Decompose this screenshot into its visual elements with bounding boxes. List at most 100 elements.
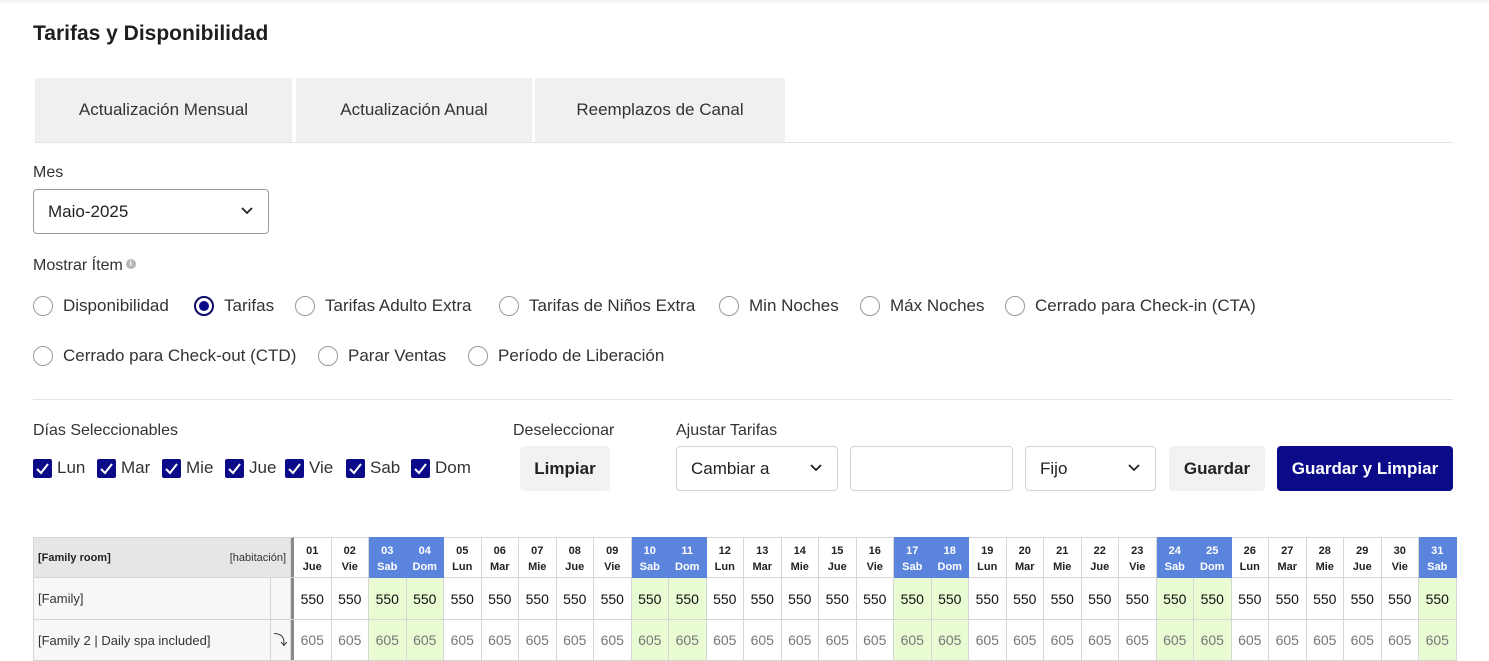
- date-header-04[interactable]: 04 Dom: [405, 537, 444, 578]
- radio-rates[interactable]: Tarifas: [194, 294, 274, 318]
- rate-cell[interactable]: 550: [1193, 577, 1232, 620]
- rate-cell[interactable]: 605: [1005, 619, 1044, 661]
- rate-cell[interactable]: 550: [630, 577, 669, 620]
- tab-channel-overrides[interactable]: Reemplazos de Canal: [535, 78, 785, 142]
- date-header-08[interactable]: 08 Jue: [555, 537, 594, 578]
- rate-cell[interactable]: 605: [593, 619, 632, 661]
- rate-cell[interactable]: 550: [1155, 577, 1194, 620]
- rate-cell[interactable]: 550: [818, 577, 857, 620]
- date-header-23[interactable]: 23 Vie: [1118, 537, 1157, 578]
- checkbox-jue[interactable]: Jue: [225, 458, 276, 478]
- checkbox-lun[interactable]: Lun: [33, 458, 85, 478]
- rate-cell[interactable]: 605: [1043, 619, 1082, 661]
- rate-cell[interactable]: 550: [480, 577, 519, 620]
- checkbox-mie[interactable]: Mie: [162, 458, 213, 478]
- rate-cell[interactable]: 605: [368, 619, 407, 661]
- date-header-25[interactable]: 25 Dom: [1193, 537, 1232, 578]
- rate-cell[interactable]: 605: [405, 619, 444, 661]
- date-header-15[interactable]: 15 Jue: [818, 537, 857, 578]
- rate-cell[interactable]: 550: [368, 577, 407, 620]
- rate-cell[interactable]: 550: [1080, 577, 1119, 620]
- rate-cell[interactable]: 605: [1118, 619, 1157, 661]
- rate-cell[interactable]: 605: [293, 619, 332, 661]
- radio-extra-adult-rates[interactable]: Tarifas Adulto Extra: [295, 294, 471, 318]
- date-header-02[interactable]: 02 Vie: [330, 537, 369, 578]
- rate-cell[interactable]: 605: [780, 619, 819, 661]
- clear-button[interactable]: Limpiar: [520, 446, 610, 491]
- rate-cell[interactable]: 550: [1418, 577, 1457, 620]
- date-header-24[interactable]: 24 Sab: [1155, 537, 1194, 578]
- date-header-05[interactable]: 05 Lun: [443, 537, 482, 578]
- rate-cell[interactable]: 550: [1343, 577, 1382, 620]
- date-header-14[interactable]: 14 Mie: [780, 537, 819, 578]
- rate-cell[interactable]: 605: [1230, 619, 1269, 661]
- radio-availability[interactable]: Disponibilidad: [33, 294, 169, 318]
- date-header-19[interactable]: 19 Lun: [968, 537, 1007, 578]
- arrow-down-icon[interactable]: ⤵: [270, 619, 291, 661]
- date-header-31[interactable]: 31 Sab: [1418, 537, 1457, 578]
- rate-cell[interactable]: 550: [293, 577, 332, 620]
- checkbox-sab[interactable]: Sab: [346, 458, 400, 478]
- rate-cell[interactable]: 605: [893, 619, 932, 661]
- rate-cell[interactable]: 605: [743, 619, 782, 661]
- radio-cta[interactable]: Cerrado para Check-in (CTA): [1005, 294, 1256, 318]
- radio-extra-child-rates[interactable]: Tarifas de Niños Extra: [499, 294, 695, 318]
- rate-cell[interactable]: 605: [705, 619, 744, 661]
- date-header-16[interactable]: 16 Vie: [855, 537, 894, 578]
- date-header-03[interactable]: 03 Sab: [368, 537, 407, 578]
- rate-cell[interactable]: 550: [518, 577, 557, 620]
- adjust-type-select[interactable]: Fijo: [1025, 446, 1156, 491]
- rate-cell[interactable]: 550: [1268, 577, 1307, 620]
- rate-cell[interactable]: 605: [630, 619, 669, 661]
- rate-cell[interactable]: 550: [780, 577, 819, 620]
- tab-monthly-update[interactable]: Actualización Mensual: [35, 78, 292, 142]
- date-header-29[interactable]: 29 Jue: [1343, 537, 1382, 578]
- rate-cell[interactable]: 605: [1343, 619, 1382, 661]
- rate-cell[interactable]: 605: [818, 619, 857, 661]
- date-header-10[interactable]: 10 Sab: [630, 537, 669, 578]
- radio-ctd[interactable]: Cerrado para Check-out (CTD): [33, 344, 296, 368]
- date-header-30[interactable]: 30 Vie: [1380, 537, 1419, 578]
- rate-cell[interactable]: 550: [1380, 577, 1419, 620]
- date-header-26[interactable]: 26 Lun: [1230, 537, 1269, 578]
- date-header-07[interactable]: 07 Mie: [518, 537, 557, 578]
- date-header-20[interactable]: 20 Mar: [1005, 537, 1044, 578]
- checkbox-mar[interactable]: Mar: [97, 458, 150, 478]
- tab-annual-update[interactable]: Actualización Anual: [296, 78, 532, 142]
- date-header-18[interactable]: 18 Dom: [930, 537, 969, 578]
- date-header-06[interactable]: 06 Mar: [480, 537, 519, 578]
- date-header-13[interactable]: 13 Mar: [743, 537, 782, 578]
- date-header-09[interactable]: 09 Vie: [593, 537, 632, 578]
- rate-cell[interactable]: 550: [1005, 577, 1044, 620]
- rate-cell[interactable]: 605: [930, 619, 969, 661]
- rate-cell[interactable]: 550: [1118, 577, 1157, 620]
- rate-cell[interactable]: 550: [968, 577, 1007, 620]
- date-header-01[interactable]: 01 Jue: [293, 537, 332, 578]
- rate-cell[interactable]: 605: [968, 619, 1007, 661]
- rate-cell[interactable]: 550: [668, 577, 707, 620]
- rate-cell[interactable]: 605: [555, 619, 594, 661]
- rate-cell[interactable]: 605: [1268, 619, 1307, 661]
- checkbox-vie[interactable]: Vie: [285, 458, 333, 478]
- rate-cell[interactable]: 550: [743, 577, 782, 620]
- rate-cell[interactable]: 550: [855, 577, 894, 620]
- info-icon[interactable]: i: [125, 259, 136, 270]
- date-header-12[interactable]: 12 Lun: [705, 537, 744, 578]
- rate-cell[interactable]: 605: [518, 619, 557, 661]
- rate-cell[interactable]: 605: [1193, 619, 1232, 661]
- radio-max-nights[interactable]: Máx Noches: [860, 294, 984, 318]
- rate-cell[interactable]: 550: [330, 577, 369, 620]
- save-button[interactable]: Guardar: [1169, 446, 1265, 491]
- adjust-amount-input[interactable]: [850, 446, 1013, 491]
- rate-cell[interactable]: 605: [668, 619, 707, 661]
- date-header-21[interactable]: 21 Mie: [1043, 537, 1082, 578]
- rate-cell[interactable]: 605: [1080, 619, 1119, 661]
- radio-min-nights[interactable]: Min Noches: [719, 294, 839, 318]
- month-select[interactable]: Maio-2025: [33, 189, 269, 234]
- rate-cell[interactable]: 550: [593, 577, 632, 620]
- rate-cell[interactable]: 550: [1043, 577, 1082, 620]
- rate-cell[interactable]: 550: [705, 577, 744, 620]
- date-header-28[interactable]: 28 Mie: [1305, 537, 1344, 578]
- rate-cell[interactable]: 605: [330, 619, 369, 661]
- rate-cell[interactable]: 550: [555, 577, 594, 620]
